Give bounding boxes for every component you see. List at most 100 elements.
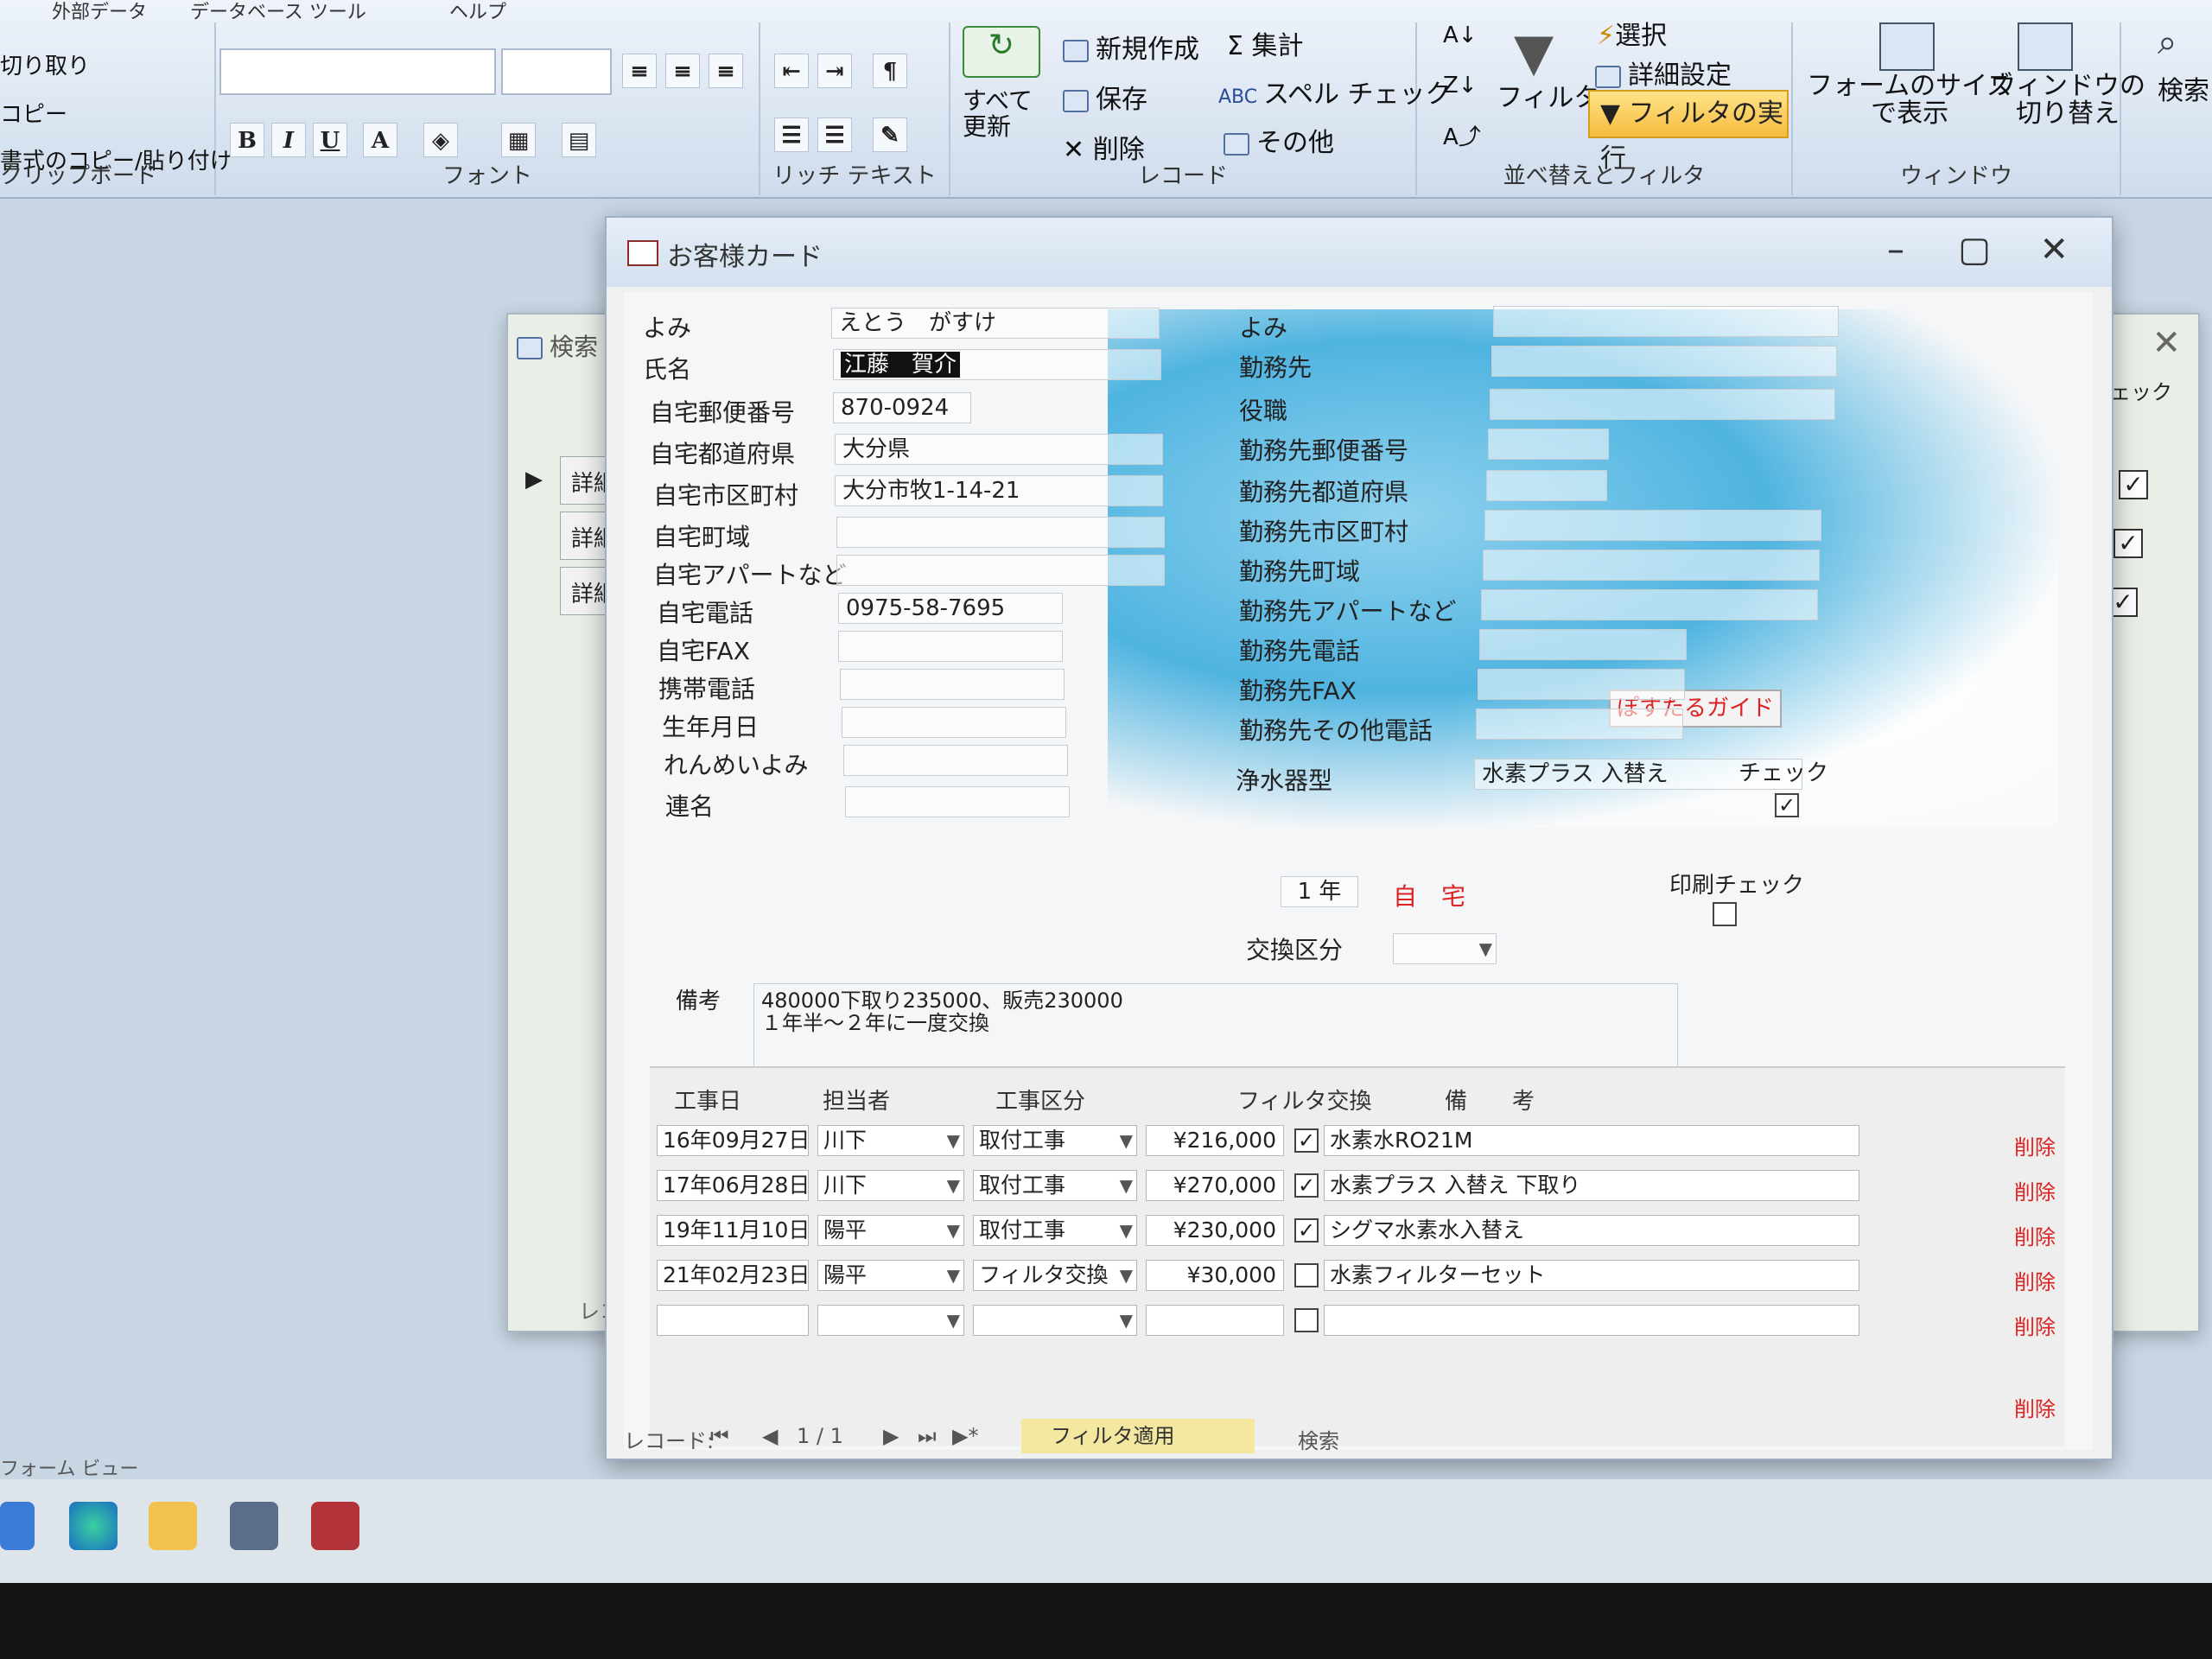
work-note-cell[interactable]: 水素フィルターセット xyxy=(1324,1260,1859,1291)
align-left-icon[interactable]: ≡ xyxy=(622,54,657,88)
work-field-input[interactable] xyxy=(1479,629,1687,660)
nav-search-field[interactable]: 検索 xyxy=(1298,1424,1339,1454)
sort-ascending-icon[interactable]: A↓ xyxy=(1443,22,1478,48)
work-date-cell[interactable]: 17年06月28日 xyxy=(657,1170,809,1201)
home-field-input[interactable]: 江藤 賀介 xyxy=(833,349,1161,380)
binoculars-icon[interactable]: ⌕ xyxy=(2158,22,2177,62)
indent-decrease-icon[interactable]: ⇤ xyxy=(774,54,809,88)
record-position[interactable]: 1 / 1 xyxy=(797,1424,843,1448)
more-button[interactable]: その他 xyxy=(1224,121,1334,159)
filter-exchange-checkbox[interactable]: ✓ xyxy=(1294,1128,1319,1153)
home-field-input[interactable] xyxy=(845,786,1070,817)
edge-icon[interactable] xyxy=(69,1502,118,1550)
amount-cell[interactable]: ¥270,000 xyxy=(1146,1170,1284,1201)
home-field-input[interactable] xyxy=(836,517,1165,548)
work-note-cell[interactable]: 水素プラス 入替え 下取り xyxy=(1324,1170,1859,1201)
chevron-down-icon[interactable]: ▼ xyxy=(947,1126,960,1155)
news-icon[interactable] xyxy=(230,1502,278,1550)
size-to-fit-button[interactable]: フォームのサイズ で表示 xyxy=(1807,73,2012,128)
background-close-icon[interactable]: ✕ xyxy=(2152,323,2181,363)
underline-button[interactable]: U xyxy=(313,123,347,157)
home-field-input[interactable]: 大分市牧1-14-21 xyxy=(835,475,1163,506)
chevron-down-icon[interactable]: ▼ xyxy=(1120,1216,1133,1245)
work-field-input[interactable] xyxy=(1493,306,1839,337)
work-type-combo[interactable]: フィルタ交換 ▼ xyxy=(973,1260,1137,1291)
new-record-button[interactable]: 新規作成 xyxy=(1063,28,1199,66)
align-center-icon[interactable]: ≡ xyxy=(665,54,700,88)
chevron-down-icon[interactable]: ▼ xyxy=(947,1306,960,1335)
work-note-cell[interactable]: シグマ水素水入替え xyxy=(1324,1215,1859,1246)
font-color-button[interactable]: A xyxy=(363,123,397,157)
tab-database-tools[interactable]: データベース ツール xyxy=(190,0,366,24)
refresh-icon[interactable]: ↻ xyxy=(963,26,1040,78)
selection-button[interactable]: ⚡選択 xyxy=(1597,14,1667,52)
bullet-list-icon[interactable]: ☰ xyxy=(817,118,852,152)
work-field-input[interactable] xyxy=(1483,550,1820,581)
work-type-combo[interactable]: ▼ xyxy=(973,1305,1137,1336)
minimize-icon[interactable]: – xyxy=(1887,230,1904,270)
maximize-icon[interactable]: ▢ xyxy=(1958,230,1991,270)
work-date-cell[interactable] xyxy=(657,1305,809,1336)
chevron-down-icon[interactable]: ▼ xyxy=(947,1216,960,1245)
staff-combo[interactable]: ▼ xyxy=(817,1305,964,1336)
work-field-input[interactable] xyxy=(1476,709,1683,740)
work-field-input[interactable] xyxy=(1478,669,1685,700)
work-field-input[interactable] xyxy=(1486,470,1607,501)
size-to-fit-icon[interactable] xyxy=(1879,22,1935,71)
remove-sort-icon[interactable]: A⤴ xyxy=(1443,119,1481,151)
home-field-input[interactable] xyxy=(838,631,1063,662)
filter-exchange-checkbox[interactable]: ✓ xyxy=(1294,1173,1319,1198)
find-button[interactable]: 検索 xyxy=(2158,69,2209,107)
tab-help[interactable]: ヘルプ xyxy=(449,0,506,24)
chevron-down-icon[interactable]: ▼ xyxy=(1120,1306,1133,1335)
work-date-cell[interactable]: 16年09月27日 xyxy=(657,1125,809,1156)
staff-combo[interactable]: 川下 ▼ xyxy=(817,1125,964,1156)
sort-descending-icon[interactable]: Z↓ xyxy=(1443,73,1478,99)
access-app-icon[interactable] xyxy=(311,1502,359,1550)
align-right-icon[interactable]: ≡ xyxy=(709,54,743,88)
work-note-cell[interactable]: 水素水RO21M xyxy=(1324,1125,1859,1156)
amount-cell[interactable]: ¥216,000 xyxy=(1146,1125,1284,1156)
start-icon[interactable] xyxy=(0,1502,35,1550)
work-field-input[interactable] xyxy=(1491,346,1837,377)
tab-external-data[interactable]: 外部データ xyxy=(52,0,147,24)
work-field-input[interactable] xyxy=(1484,510,1821,541)
filter-applied-button[interactable]: フィルタ適用 xyxy=(1021,1419,1255,1453)
alternate-row-color-icon[interactable]: ▤ xyxy=(562,123,596,157)
italic-button[interactable]: I xyxy=(271,123,306,157)
home-field-input[interactable]: えとう がすけ xyxy=(831,308,1160,339)
staff-combo[interactable]: 川下 ▼ xyxy=(817,1170,964,1201)
record-selector-icon[interactable]: ▶ xyxy=(525,467,543,493)
work-date-cell[interactable]: 21年02月23日 xyxy=(657,1260,809,1291)
advanced-filter-button[interactable]: 詳細設定 xyxy=(1595,54,1732,92)
file-explorer-icon[interactable] xyxy=(149,1502,197,1550)
filter-exchange-checkbox[interactable] xyxy=(1294,1263,1319,1287)
refresh-all-button[interactable]: すべて 更新 xyxy=(963,88,1033,140)
delete-row-button[interactable]: 削除 xyxy=(1998,1175,2072,1210)
copy-button[interactable]: コピー xyxy=(0,97,67,129)
delete-row-button[interactable]: 削除 xyxy=(1998,1310,2072,1344)
first-record-icon[interactable]: ⏮ xyxy=(710,1424,729,1448)
home-field-input[interactable]: 870-0924 xyxy=(833,392,971,423)
work-note-cell[interactable] xyxy=(1324,1305,1859,1336)
last-record-icon[interactable]: ⏭ xyxy=(918,1424,937,1448)
chevron-down-icon[interactable]: ▼ xyxy=(947,1171,960,1200)
work-type-combo[interactable]: 取付工事 ▼ xyxy=(973,1170,1137,1201)
work-field-input[interactable] xyxy=(1481,589,1818,620)
font-size-combo[interactable] xyxy=(501,48,612,95)
memo-field[interactable]: 480000下取り235000、販売230000 １年半～２年に一度交換 xyxy=(753,983,1678,1073)
toggle-filter-button[interactable]: ▼ フィルタの実行 xyxy=(1588,90,1789,174)
delete-row-button[interactable]: 削除 xyxy=(1998,1265,2072,1300)
indent-increase-icon[interactable]: ⇥ xyxy=(817,54,852,88)
background-checkbox[interactable]: ✓ xyxy=(2113,529,2143,558)
bold-button[interactable]: B xyxy=(230,123,264,157)
previous-record-icon[interactable]: ◀ xyxy=(762,1424,778,1448)
work-field-input[interactable] xyxy=(1488,429,1609,460)
new-record-nav-icon[interactable]: ▶* xyxy=(952,1424,978,1448)
home-field-input[interactable]: 0975-58-7695 xyxy=(838,593,1063,624)
save-record-button[interactable]: 保存 xyxy=(1063,78,1147,116)
home-field-input[interactable] xyxy=(843,745,1068,776)
switch-windows-icon[interactable] xyxy=(2018,22,2073,71)
filter-exchange-checkbox[interactable]: ✓ xyxy=(1294,1218,1319,1243)
highlight-icon[interactable]: ✎ xyxy=(873,118,907,152)
